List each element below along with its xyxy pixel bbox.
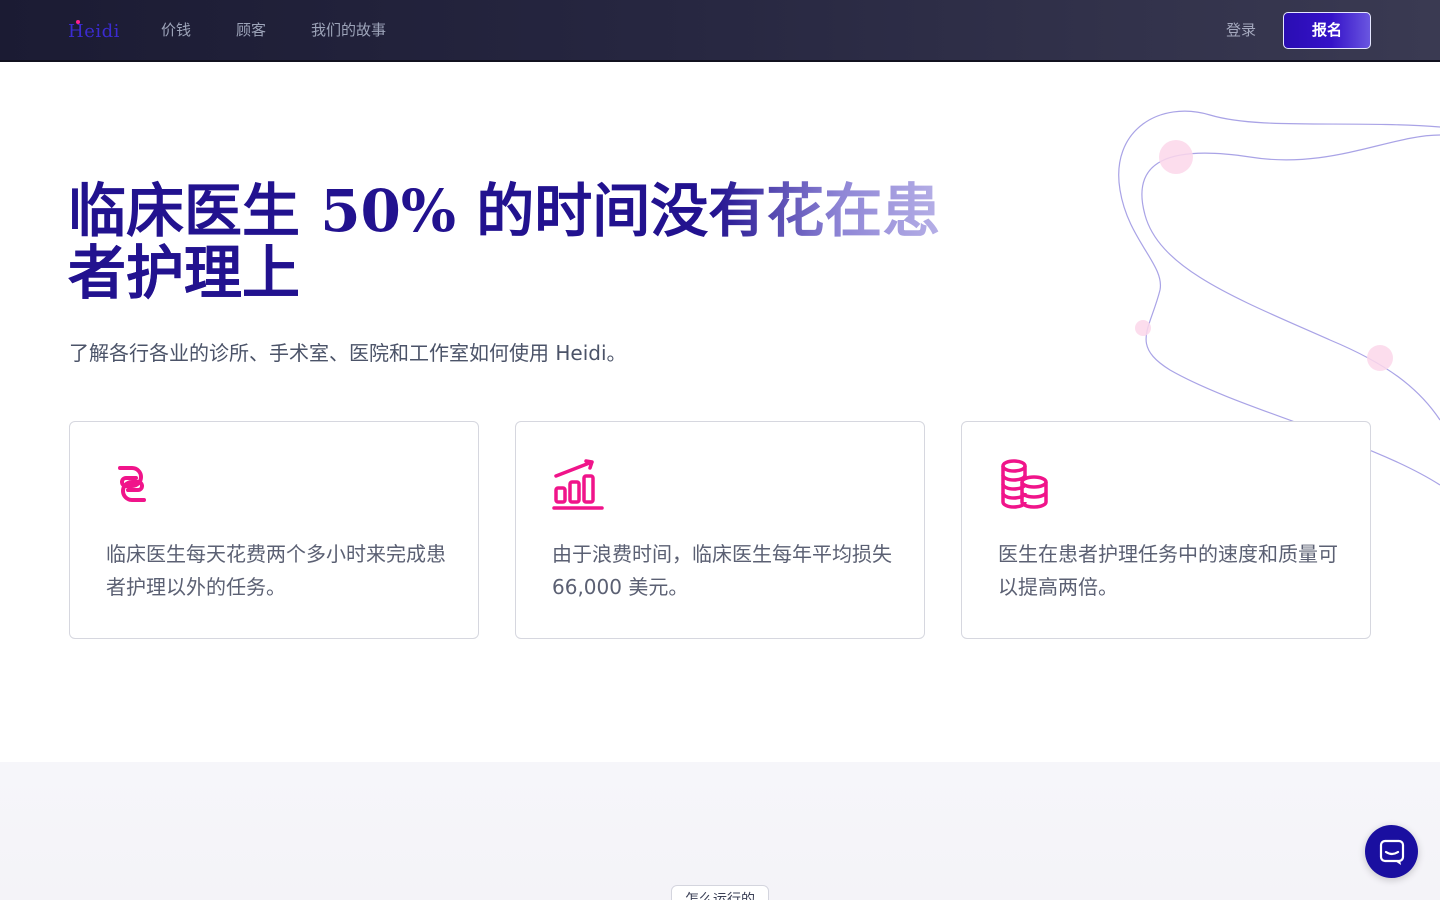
how-it-works-section [0,762,1440,900]
heidi-logo[interactable]: Heidi [68,18,122,42]
stat-card-text: 医生在患者护理任务中的速度和质量可以提高两倍。 [998,542,1338,599]
nav-link-our-story[interactable]: 我们的故事 [311,19,386,41]
signup-button[interactable]: 报名 [1283,12,1371,49]
logo-dot [76,20,80,24]
coins-icon [1001,459,1048,509]
nav-link-pricing[interactable]: 价钱 [161,19,191,41]
logo-wordmark: Heidi [68,21,120,42]
hero-headline-line2: 者护理上 [68,239,301,307]
stat-card-time: 临床医生每天花费两个多小时来完成患者护理以外的任务。 [69,421,479,639]
chat-launcher-button[interactable] [1365,825,1418,878]
top-navbar: Heidi 价钱 顾客 我们的故事 登录 报名 [0,0,1440,62]
stat-card-speed: 医生在患者护理任务中的速度和质量可以提高两倍。 [961,421,1371,639]
stat-card-text: 由于浪费时间，临床医生每年平均损失 66,000 美元。 [552,542,892,599]
chat-icon [1379,839,1404,865]
link-icon [118,466,146,502]
stat-card-cost: 由于浪费时间，临床医生每年平均损失 66,000 美元。 [515,421,925,639]
hero-headline-line1: 临床医生 50% 的时间没有花在患 [68,177,941,245]
nav-link-customers[interactable]: 顾客 [236,19,266,41]
bar-chart-icon [552,459,604,510]
stat-card-text: 临床医生每天花费两个多小时来完成患者护理以外的任务。 [106,542,446,599]
how-it-works-badge: 怎么运行的 [671,885,769,900]
login-link[interactable]: 登录 [1226,19,1256,41]
hero-headline: 临床医生 50% 的时间没有花在患 者护理上 [68,180,988,304]
hero-subtitle: 了解各行各业的诊所、手术室、医院和工作室如何使用 Heidi。 [69,341,627,365]
